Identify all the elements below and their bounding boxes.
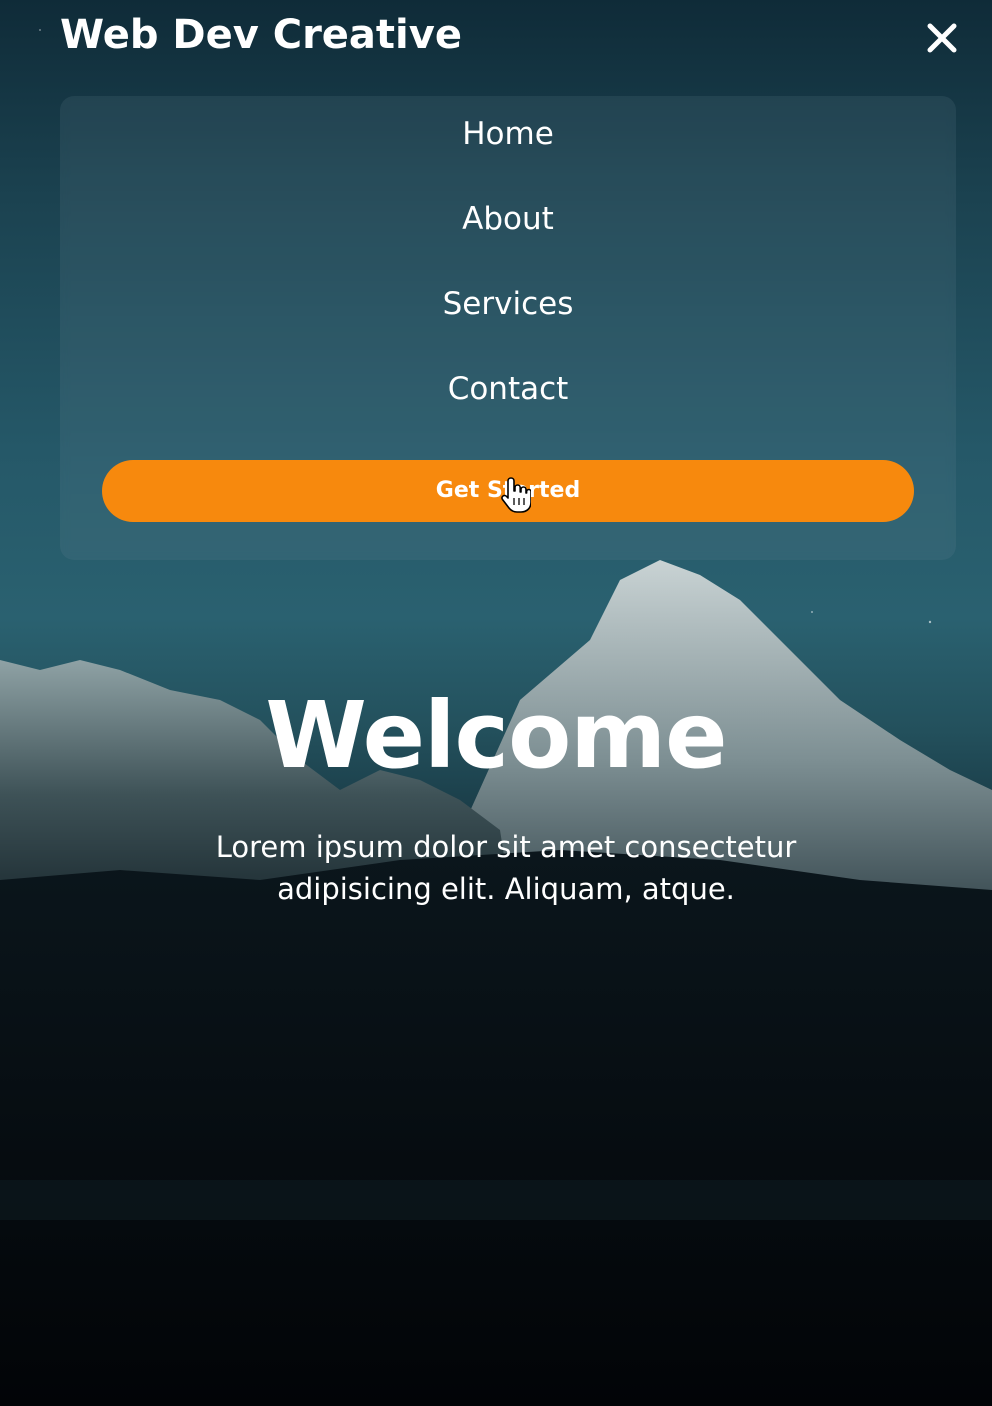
hand-pointer-cursor-icon (501, 476, 532, 514)
close-menu-button[interactable] (918, 14, 966, 62)
hero-description: Lorem ipsum dolor sit amet consectetur a… (215, 830, 797, 906)
close-icon (927, 23, 957, 53)
nav-link-about[interactable]: About (60, 201, 956, 237)
hero-title: Welcome (265, 682, 727, 789)
nav-link-home[interactable]: Home (60, 116, 956, 152)
nav-link-services[interactable]: Services (60, 286, 956, 322)
brand-logo[interactable]: Web Dev Creative (60, 12, 462, 58)
nav-link-contact[interactable]: Contact (60, 371, 956, 407)
site-header: Web Dev Creative (0, 0, 992, 80)
